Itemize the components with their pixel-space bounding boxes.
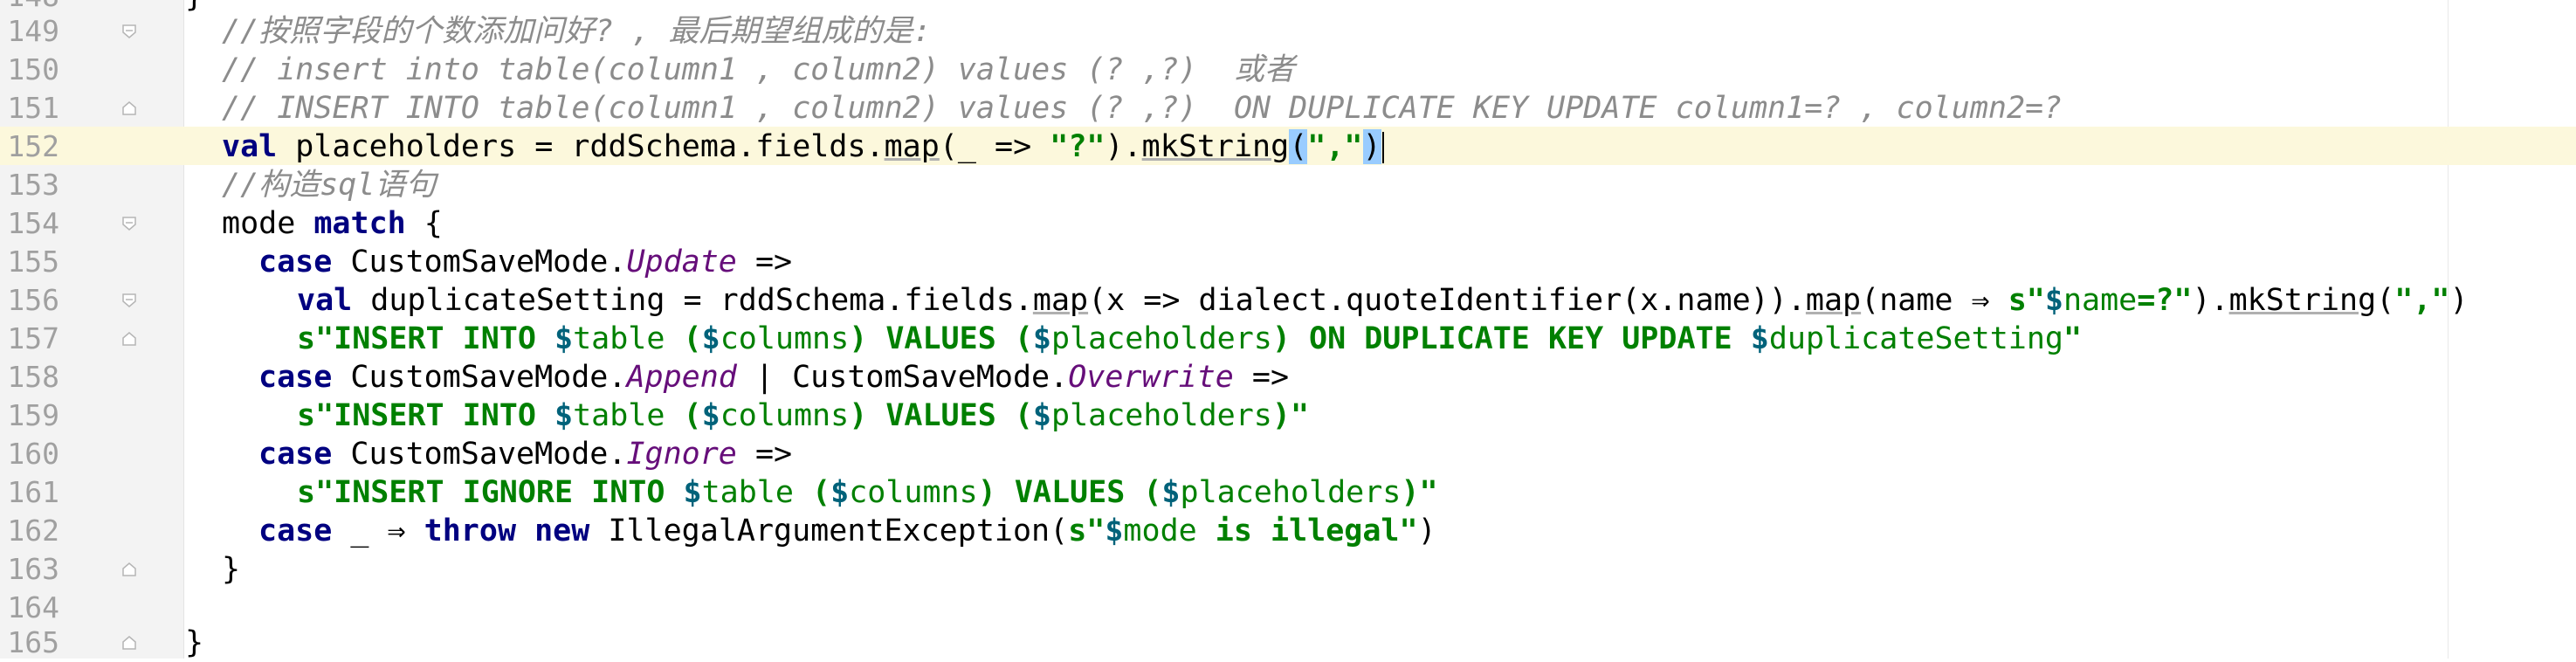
line-number: 162 <box>7 514 59 548</box>
code-text: val duplicateSetting = rddSchema.fields.… <box>297 283 2469 318</box>
code-editor[interactable]: 148 } 149 //按照字段的个数添加问好? , 最后期望组成的是: 150… <box>0 0 2576 662</box>
code-text: case CustomSaveMode.Ignore => <box>258 437 793 472</box>
code-line-157[interactable]: 157 s"INSERT INTO $table ($columns) VALU… <box>0 320 2576 358</box>
code-line-164[interactable]: 164 <box>0 589 2576 627</box>
code-line-154[interactable]: 154 mode match { <box>0 204 2576 243</box>
line-number: 149 <box>7 14 59 48</box>
fold-start-icon[interactable] <box>121 23 138 40</box>
code-line-159[interactable]: 159 s"INSERT INTO $table ($columns) VALU… <box>0 397 2576 435</box>
fold-start-icon[interactable] <box>121 292 138 309</box>
line-number: 160 <box>7 437 59 471</box>
line-number: 156 <box>7 283 59 317</box>
line-number: 152 <box>7 129 59 163</box>
line-number: 157 <box>7 321 59 355</box>
line-number: 165 <box>7 625 59 659</box>
matched-paren: ) <box>1362 129 1381 164</box>
code-line-156[interactable]: 156 val duplicateSetting = rddSchema.fie… <box>0 281 2576 320</box>
code-line-161[interactable]: 161 s"INSERT IGNORE INTO $table ($column… <box>0 473 2576 512</box>
line-number: 153 <box>7 168 59 202</box>
line-number: 159 <box>7 398 59 432</box>
code-text: val placeholders = rddSchema.fields.map(… <box>222 128 1384 166</box>
code-line-163[interactable]: 163 } <box>0 550 2576 589</box>
code-line-149[interactable]: 149 //按照字段的个数添加问好? , 最后期望组成的是: <box>0 12 2576 51</box>
line-number: 158 <box>7 360 59 394</box>
fold-end-icon[interactable] <box>121 100 138 117</box>
code-text: mode match { <box>222 206 443 241</box>
code-text: //构造sql语句 <box>222 168 437 203</box>
code-line-151[interactable]: 151 // INSERT INTO table(column1 , colum… <box>0 89 2576 128</box>
code-text: s"INSERT INTO $table ($columns) VALUES (… <box>297 321 2083 356</box>
code-line-160[interactable]: 160 case CustomSaveMode.Ignore => <box>0 435 2576 473</box>
code-line-162[interactable]: 162 case _ ⇒ throw new IllegalArgumentEx… <box>0 512 2576 550</box>
code-line-155[interactable]: 155 case CustomSaveMode.Update => <box>0 243 2576 281</box>
line-number: 151 <box>7 91 59 125</box>
fold-end-icon[interactable] <box>121 634 138 652</box>
code-text: //按照字段的个数添加问好? , 最后期望组成的是: <box>222 14 932 49</box>
line-number: 154 <box>7 206 59 240</box>
line-number: 150 <box>7 52 59 86</box>
fold-start-icon[interactable] <box>121 215 138 232</box>
code-line-150[interactable]: 150 // insert into table(column1 , colum… <box>0 51 2576 89</box>
code-text: // insert into table(column1 , column2) … <box>222 52 1295 87</box>
code-line-165[interactable]: 165 } <box>0 624 2576 662</box>
code-text: s"INSERT IGNORE INTO $table ($columns) V… <box>297 475 1438 510</box>
code-text: case _ ⇒ throw new IllegalArgumentExcept… <box>258 514 1436 548</box>
text-caret <box>1381 132 1384 163</box>
line-number: 163 <box>7 552 59 586</box>
code-text: } <box>185 625 204 660</box>
line-number: 164 <box>7 590 59 624</box>
code-text: case CustomSaveMode.Append | CustomSaveM… <box>258 360 1290 395</box>
fold-end-icon[interactable] <box>121 561 138 578</box>
code-text: s"INSERT INTO $table ($columns) VALUES (… <box>297 398 1310 433</box>
fold-end-icon[interactable] <box>121 330 138 348</box>
line-number: 161 <box>7 475 59 509</box>
code-text: // INSERT INTO table(column1 , column2) … <box>222 91 2063 126</box>
code-line-153[interactable]: 153 //构造sql语句 <box>0 166 2576 204</box>
code-text: } <box>222 552 241 587</box>
line-number: 155 <box>7 245 59 279</box>
code-line-158[interactable]: 158 case CustomSaveMode.Append | CustomS… <box>0 358 2576 397</box>
code-text: case CustomSaveMode.Update => <box>258 245 793 279</box>
code-line-152[interactable]: 152 val placeholders = rddSchema.fields.… <box>0 128 2576 166</box>
matched-paren: ( <box>1289 129 1308 164</box>
